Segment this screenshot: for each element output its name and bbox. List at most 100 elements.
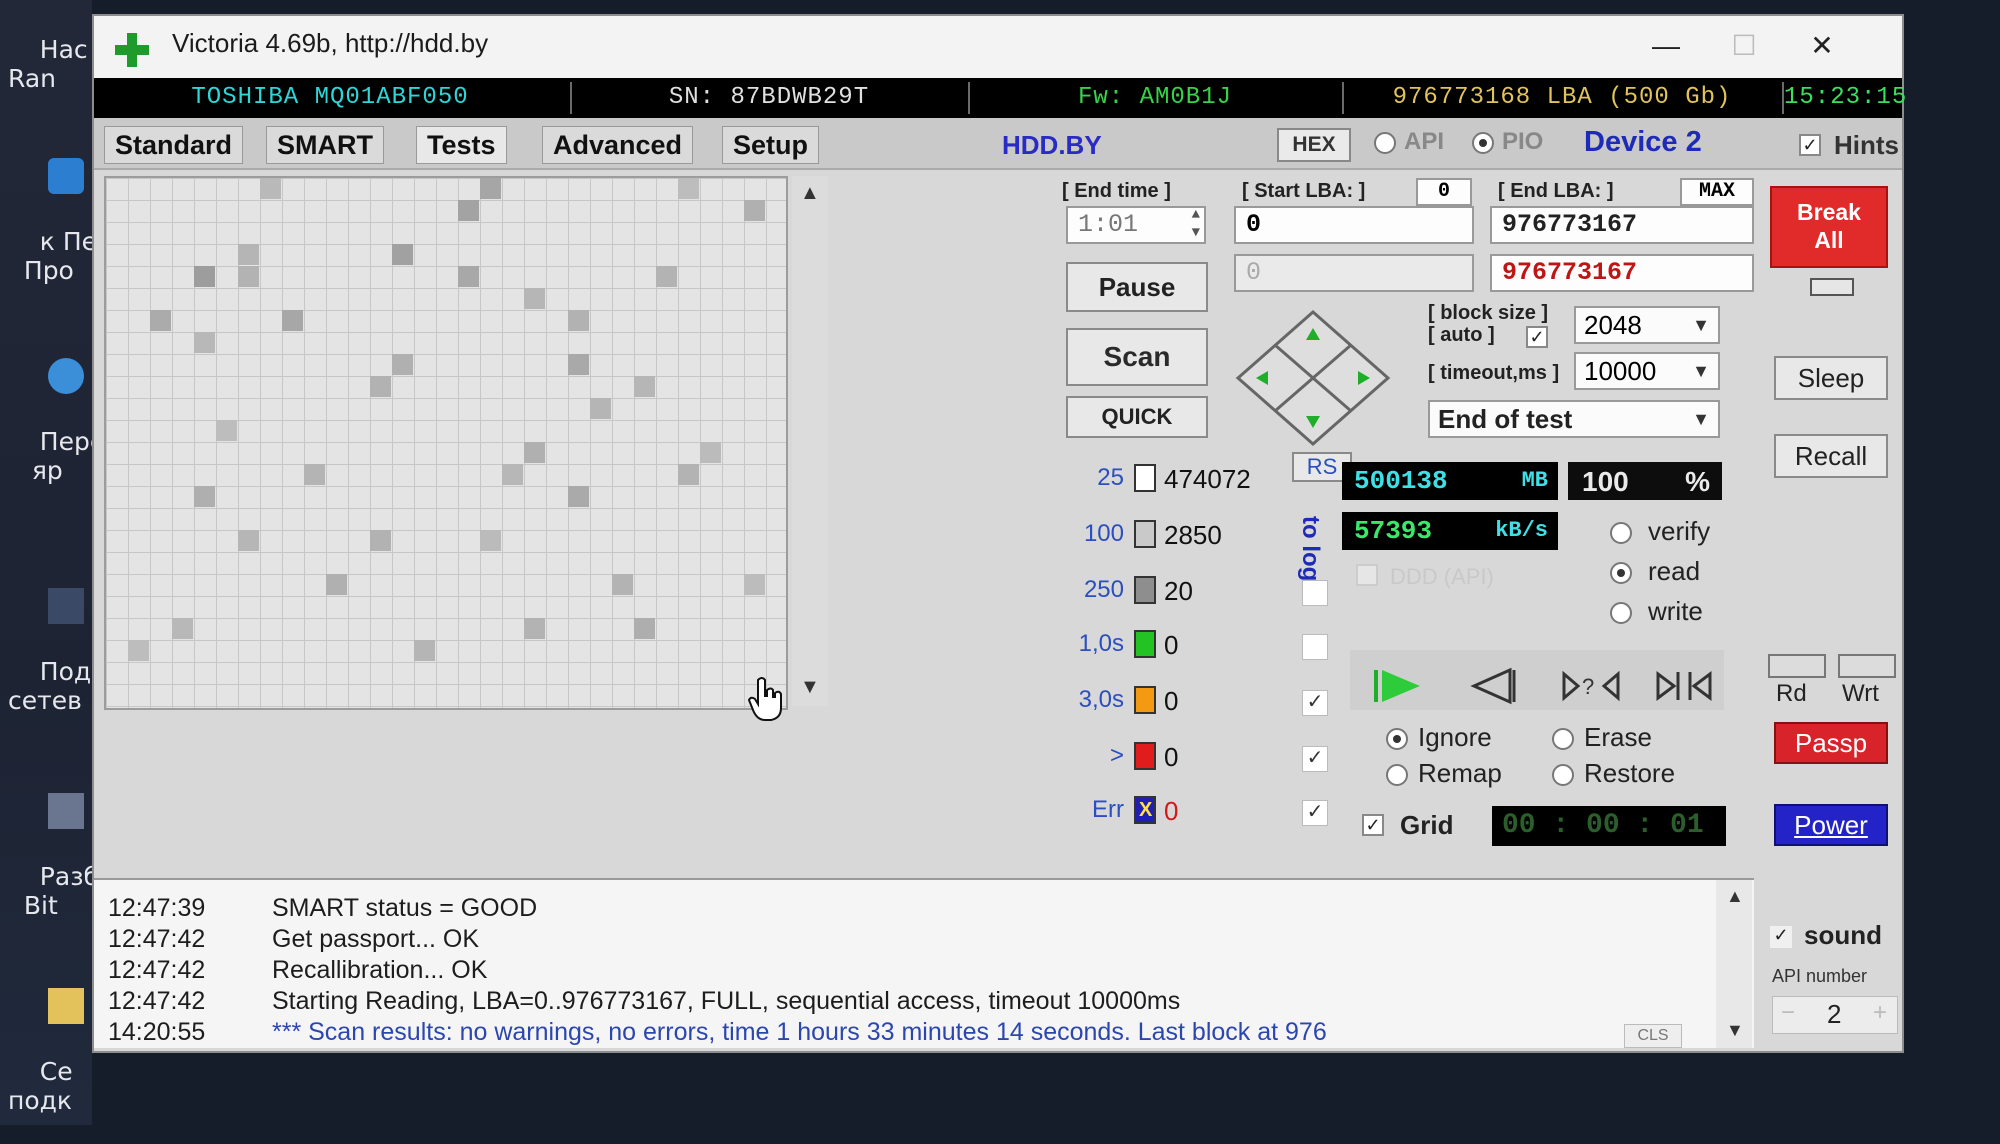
legend-threshold: 250	[1083, 576, 1124, 603]
passp-button[interactable]: Passp	[1774, 722, 1888, 764]
skip-end-icon[interactable]	[1650, 656, 1720, 716]
scroll-up-icon[interactable]: ▲	[800, 182, 820, 205]
spinner-icon[interactable]: ▲ ▼	[1192, 206, 1200, 242]
mb-unit: MB	[1521, 468, 1548, 493]
read-radio[interactable]	[1610, 562, 1632, 584]
scroll-down-icon[interactable]: ▼	[800, 676, 820, 699]
legend-color-box	[1134, 520, 1156, 548]
block-size-value: 2048	[1584, 310, 1642, 340]
erase-radio[interactable]	[1552, 728, 1574, 750]
legend-threshold: Err	[1092, 796, 1124, 823]
ignore-radio[interactable]	[1386, 728, 1408, 750]
desktop-icon[interactable]: к Пере Про	[8, 100, 92, 314]
restore-radio[interactable]	[1552, 764, 1574, 786]
wrt-indicator	[1838, 654, 1896, 678]
desktop-icon[interactable]: Разб Bit	[8, 735, 92, 949]
recall-button[interactable]: Recall	[1774, 434, 1888, 478]
scan-block	[700, 442, 721, 463]
scan-block	[590, 398, 611, 419]
scan-button[interactable]: Scan	[1066, 328, 1208, 386]
pio-radio[interactable]	[1472, 132, 1494, 154]
scan-block	[524, 442, 545, 463]
api-radio[interactable]	[1374, 132, 1396, 154]
direction-pad[interactable]	[1228, 308, 1398, 448]
api-minus-button[interactable]: −	[1781, 999, 1795, 1027]
desktop-icon[interactable]: Подк сетев	[8, 530, 92, 744]
sleep-button[interactable]: Sleep	[1774, 356, 1888, 400]
hex-button[interactable]: HEX	[1277, 128, 1351, 162]
api-number-stepper[interactable]: − 2 +	[1772, 996, 1898, 1034]
scan-block	[524, 618, 545, 639]
tab-advanced[interactable]: Advanced	[542, 126, 694, 164]
start-lba-label: [ Start LBA: ]	[1242, 180, 1366, 202]
legend-color-box	[1134, 742, 1156, 770]
log-line: 12:47:42 Starting Reading, LBA=0..9767731…	[108, 987, 1181, 1015]
log-checkbox[interactable]	[1302, 634, 1328, 660]
scan-block	[370, 530, 391, 551]
block-size-select[interactable]: 2048 ▼	[1574, 306, 1720, 344]
sound-checkbox[interactable]: ✓	[1770, 926, 1792, 948]
scan-block	[480, 178, 501, 199]
tab-standard[interactable]: Standard	[104, 126, 244, 164]
quick-button[interactable]: QUICK	[1066, 396, 1208, 438]
rewind-icon[interactable]	[1460, 656, 1530, 716]
speed-value: 57393	[1354, 516, 1433, 546]
tab-tests[interactable]: Tests	[416, 126, 507, 164]
write-radio[interactable]	[1610, 602, 1632, 624]
max-button[interactable]: MAX	[1680, 178, 1754, 206]
title-bar[interactable]: Victoria 4.69b, http://hdd.by — ☐ ✕	[94, 16, 1902, 78]
verify-radio[interactable]	[1610, 522, 1632, 544]
ddd-checkbox[interactable]	[1356, 564, 1378, 586]
victoria-window: Victoria 4.69b, http://hdd.by — ☐ ✕ TOSH…	[92, 14, 1906, 1053]
grid-checkbox[interactable]: ✓	[1362, 814, 1384, 836]
break-all-button[interactable]: Break All	[1770, 186, 1888, 268]
log-checkbox[interactable]: ✓	[1302, 746, 1328, 772]
log-checkbox[interactable]: ✓	[1302, 800, 1328, 826]
scan-block	[502, 464, 523, 485]
timer-display: 00 : 00 : 01	[1492, 806, 1726, 846]
cls-button[interactable]: CLS	[1624, 1024, 1682, 1048]
scan-block	[414, 640, 435, 661]
grid-scrollbar[interactable]: ▲ ▼	[792, 176, 828, 706]
remap-radio[interactable]	[1386, 764, 1408, 786]
start-lba-field[interactable]: 0	[1234, 206, 1474, 244]
timeout-select[interactable]: 10000 ▼	[1574, 352, 1720, 390]
start-lba-reset-button[interactable]: 0	[1416, 178, 1472, 206]
maximize-button[interactable]: ☐	[1714, 26, 1774, 66]
hdd-by-link[interactable]: HDD.BY	[1002, 130, 1102, 161]
play-icon[interactable]	[1364, 656, 1434, 716]
network-icon	[48, 588, 84, 624]
desktop-icon[interactable]: Пере яр	[8, 300, 92, 514]
end-time-label: [ End time ]	[1062, 180, 1171, 202]
end-time-field[interactable]: 1:01 ▲ ▼	[1066, 206, 1206, 244]
api-plus-button[interactable]: +	[1873, 999, 1887, 1027]
auto-block-checkbox[interactable]: ✓	[1526, 326, 1548, 348]
log-line: 12:47:39 SMART status = GOOD	[108, 894, 538, 922]
scroll-up-icon[interactable]: ▲	[1726, 886, 1744, 907]
scan-block	[304, 464, 325, 485]
random-seek-icon[interactable]: ?	[1556, 656, 1626, 716]
event-log: 12:47:39 SMART status = GOOD 12:47:42 Get …	[94, 878, 1754, 1048]
close-button[interactable]: ✕	[1792, 26, 1852, 66]
pause-button[interactable]: Pause	[1066, 262, 1208, 312]
drive-serial: SN: 87BDWB29T	[570, 82, 966, 114]
minimize-button[interactable]: —	[1636, 26, 1696, 66]
drive-info-bar: TOSHIBA MQ01ABF050 SN: 87BDWB29T Fw: AM0…	[94, 78, 1906, 118]
end-action-select[interactable]: End of test ▼	[1428, 400, 1720, 438]
power-button[interactable]: Power	[1774, 804, 1888, 846]
log-checkbox[interactable]: ✓	[1302, 690, 1328, 716]
desktop-icon-label: Нас Ran	[8, 35, 88, 93]
desktop-icon[interactable]: Се подк	[8, 930, 92, 1144]
erase-label: Erase	[1584, 722, 1652, 752]
tab-smart[interactable]: SMART	[266, 126, 384, 164]
legend-count: 0	[1164, 686, 1179, 716]
pio-label: PIO	[1502, 128, 1544, 155]
log-checkbox[interactable]	[1302, 580, 1328, 606]
scroll-down-icon[interactable]: ▼	[1726, 1020, 1744, 1041]
tab-setup[interactable]: Setup	[722, 126, 820, 164]
log-scrollbar[interactable]: ▲ ▼	[1716, 880, 1752, 1048]
speed-unit: kB/s	[1495, 518, 1548, 543]
hints-checkbox[interactable]: ✓	[1799, 134, 1821, 156]
scan-block	[370, 376, 391, 397]
end-lba-field[interactable]: 976773167	[1490, 206, 1754, 244]
